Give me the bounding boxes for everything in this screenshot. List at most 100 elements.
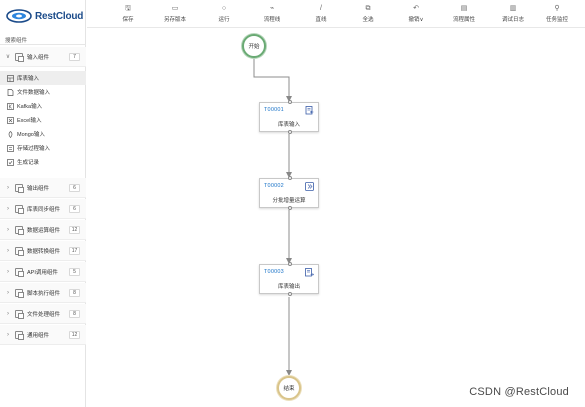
- divider: [0, 44, 86, 45]
- flow-node-t00002[interactable]: T00002 分批增量运算: [259, 176, 319, 210]
- group-file-process-components[interactable]: › 文件处理组件 8: [0, 304, 86, 324]
- component-label: 生成记录: [17, 160, 40, 166]
- component-group-icon: [15, 183, 24, 193]
- group-count-badge: 17: [69, 246, 80, 255]
- batch-compute-icon: [305, 182, 314, 191]
- component-procedure-input[interactable]: 存储过程输入: [0, 141, 86, 155]
- excel-icon: [7, 116, 14, 124]
- node-port-out[interactable]: [288, 130, 292, 134]
- connector-start-to-t1[interactable]: [253, 58, 292, 102]
- select-all-icon: ⧉: [365, 5, 371, 12]
- group-data-compute-components[interactable]: › 数据运算组件 12: [0, 220, 86, 240]
- component-file-input[interactable]: 文件数据输入: [0, 85, 86, 99]
- component-label: Mongo输入: [17, 132, 45, 138]
- component-label: Excel输入: [17, 118, 42, 124]
- component-generate-record[interactable]: 生成记录: [0, 155, 86, 169]
- node-port-in[interactable]: [288, 176, 292, 180]
- chevron-down-icon: ∨: [419, 17, 424, 23]
- component-group-icon: [15, 204, 24, 214]
- save-label: 保存: [122, 17, 134, 23]
- node-port-out[interactable]: [288, 206, 292, 210]
- restcloud-logo-icon: [6, 9, 32, 23]
- component-label: 存储过程输入: [17, 146, 51, 152]
- component-label: Kafka输入: [17, 104, 43, 110]
- group-count-badge: 5: [69, 267, 80, 276]
- flow-properties-button[interactable]: ▤ 流程属性: [442, 4, 486, 26]
- end-label: 结束: [283, 386, 295, 392]
- node-name: 库表输出: [277, 284, 300, 290]
- component-group-icon: [15, 267, 24, 277]
- group-label: 数据转换组件: [27, 248, 61, 255]
- flowline-label: 流程线: [263, 17, 281, 23]
- component-excel-input[interactable]: Excel输入: [0, 113, 86, 127]
- component-sidebar: RestCloud 搜索组件 ∨ 输入组件 7 库表输入 文件数据输入 K Ka…: [0, 0, 86, 407]
- flow-canvas[interactable]: 开始 T00001 库表输入 T00002 分批增量运算 T00003 库表输出…: [87, 29, 585, 407]
- start-node[interactable]: 开始: [242, 34, 266, 58]
- run-button[interactable]: ○ 运行: [202, 4, 246, 26]
- group-label: 输入组件: [27, 54, 50, 61]
- properties-icon: ▤: [460, 5, 468, 12]
- chevron-right-icon: ›: [7, 268, 9, 275]
- flowline-button[interactable]: ⌁ 流程线: [250, 4, 294, 26]
- group-input-components[interactable]: ∨ 输入组件 7: [0, 47, 86, 67]
- component-table-input[interactable]: 库表输入: [0, 71, 86, 85]
- chevron-right-icon: ›: [7, 331, 9, 338]
- toolbar: 🖫 保存 ▭ 另存版本 ○ 运行 ⌁ 流程线 / 直线 ⧉ 全选 ↶ 撤销∨ ▤…: [87, 0, 585, 28]
- chevron-right-icon: ›: [7, 289, 9, 296]
- group-label: 通用组件: [27, 332, 50, 339]
- group-label: 库表同步组件: [27, 206, 61, 213]
- task-monitor-label: 任务监控: [545, 17, 568, 23]
- node-port-in[interactable]: [288, 100, 292, 104]
- procedure-icon: [7, 144, 14, 152]
- task-monitor-button[interactable]: ⚲ 任务监控: [535, 4, 579, 26]
- start-label: 开始: [248, 44, 260, 50]
- group-label: 输出组件: [27, 185, 50, 192]
- run-label: 运行: [218, 17, 230, 23]
- flow-node-t00003[interactable]: T00003 库表输出: [259, 262, 319, 296]
- straight-line-icon: /: [320, 5, 322, 12]
- component-kafka-input[interactable]: K Kafka输入: [0, 99, 86, 113]
- debug-log-label: 调试日志: [501, 17, 524, 23]
- group-script-components[interactable]: › 脚本执行组件 8: [0, 283, 86, 303]
- flowline-icon: ⌁: [269, 5, 275, 12]
- node-id: T00001: [264, 107, 284, 113]
- record-icon: [7, 158, 14, 166]
- save-version-icon: ▭: [171, 5, 179, 12]
- save-version-button[interactable]: ▭ 另存版本: [153, 4, 197, 26]
- group-api-call-components[interactable]: › API调用组件 5: [0, 262, 86, 282]
- chevron-right-icon: ›: [7, 205, 9, 212]
- node-id: T00003: [264, 269, 284, 275]
- select-all-button[interactable]: ⧉ 全选: [346, 4, 390, 26]
- chevron-right-icon: ›: [7, 310, 9, 317]
- group-common-components[interactable]: › 通用组件 12: [0, 325, 86, 345]
- node-id: T00002: [264, 183, 284, 189]
- table-input-icon: [7, 74, 14, 82]
- save-button[interactable]: 🖫 保存: [106, 4, 150, 26]
- group-count-badge: 6: [69, 183, 80, 192]
- undo-label: 撤销∨: [394, 15, 438, 23]
- undo-button[interactable]: ↶ 撤销∨: [394, 4, 438, 26]
- save-icon: 🖫: [125, 5, 131, 12]
- chevron-down-icon: ∨: [5, 54, 11, 60]
- node-name: 库表输入: [277, 122, 300, 128]
- undo-text: 撤销: [408, 17, 420, 23]
- group-label: 数据运算组件: [27, 227, 61, 234]
- select-all-label: 全选: [362, 17, 374, 23]
- node-port-in[interactable]: [288, 262, 292, 266]
- flow-connectors: [253, 58, 292, 376]
- group-count-badge: 7: [69, 52, 80, 61]
- component-mongo-input[interactable]: Mongo输入: [0, 127, 86, 141]
- debug-log-button[interactable]: ▥ 调试日志: [491, 4, 535, 26]
- group-label: API调用组件: [27, 269, 58, 276]
- group-table-sync-components[interactable]: › 库表同步组件 6: [0, 199, 86, 219]
- group-data-transform-components[interactable]: › 数据转换组件 17: [0, 241, 86, 261]
- mongo-icon: [8, 130, 13, 138]
- node-port-out[interactable]: [288, 292, 292, 296]
- flow-node-t00001[interactable]: T00001 库表输入: [259, 100, 319, 134]
- end-node[interactable]: 结束: [277, 376, 301, 400]
- component-group-icon: [15, 225, 24, 235]
- group-output-components[interactable]: › 输出组件 6: [0, 178, 86, 198]
- straight-line-button[interactable]: / 直线: [299, 4, 343, 26]
- search-components-label[interactable]: 搜索组件: [5, 36, 27, 44]
- component-label: 库表输入: [17, 76, 40, 82]
